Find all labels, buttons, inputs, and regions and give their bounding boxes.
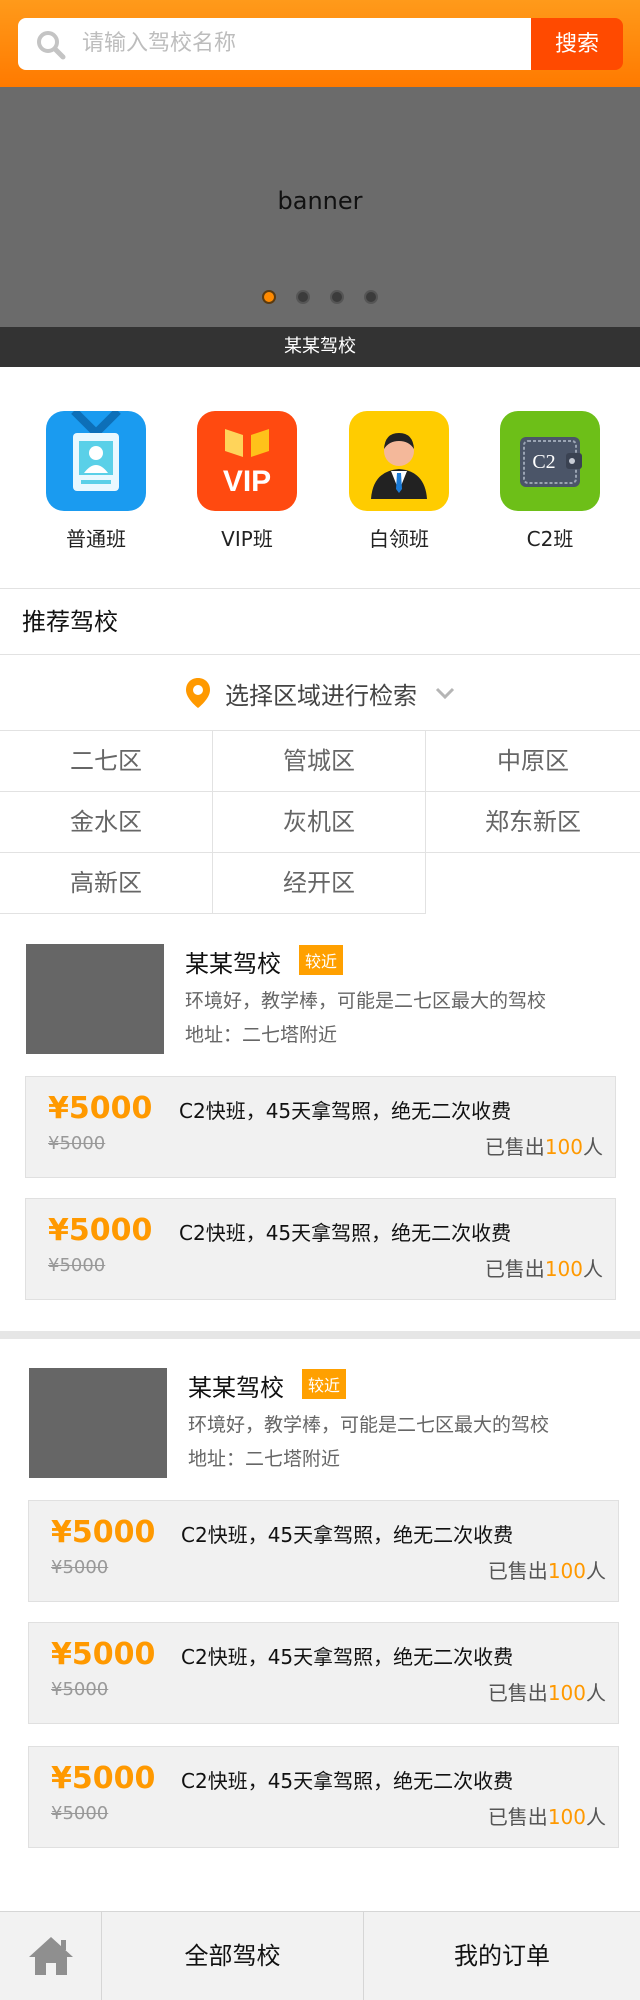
category-label: C2班 <box>526 527 574 551</box>
course-sold: 已售出100人 <box>487 1805 606 1829</box>
carousel-dot[interactable] <box>364 290 378 304</box>
school-address: 地址：二七塔附近 <box>185 1024 338 1046</box>
chevron-down-icon <box>435 687 455 700</box>
course-title: C2快班，45天拿驾照，绝无二次收费 <box>181 1769 514 1793</box>
region-selector-label: 选择区域进行检索 <box>225 681 417 710</box>
school-thumbnail <box>29 1368 167 1478</box>
section-title: 推荐驾校 <box>0 589 640 655</box>
wallet-icon: C2 <box>500 411 600 511</box>
distance-badge: 较近 <box>302 1369 347 1399</box>
course-sold: 已售出100人 <box>487 1681 606 1705</box>
course-sold: 已售出100人 <box>484 1135 603 1159</box>
category-c2[interactable]: C2 C2班 <box>495 411 605 552</box>
school-name: 某某驾校 <box>188 1374 284 1402</box>
region-option[interactable]: 郑东新区 <box>426 792 640 853</box>
school-address: 地址：二七塔附近 <box>188 1448 341 1470</box>
nav-all-schools[interactable]: 全部驾校 <box>102 1912 364 2000</box>
course-item[interactable]: ¥5000 ¥5000 C2快班，45天拿驾照，绝无二次收费 已售出100人 <box>25 1076 616 1178</box>
course-price: ¥5000 <box>51 1637 156 1672</box>
category-label: VIP班 <box>221 527 273 551</box>
badge-icon <box>46 411 146 511</box>
category-label: 白领班 <box>369 527 429 551</box>
school-thumbnail <box>26 944 164 1054</box>
course-title: C2快班，45天拿驾照，绝无二次收费 <box>179 1221 512 1245</box>
banner-carousel[interactable]: banner <box>0 87 640 327</box>
carousel-dot[interactable] <box>330 290 344 304</box>
carousel-dot[interactable] <box>262 290 276 304</box>
nav-home[interactable] <box>0 1912 102 2000</box>
category-label: 普通班 <box>66 527 126 551</box>
region-option[interactable]: 高新区 <box>0 853 213 914</box>
search-button[interactable]: 搜索 <box>531 18 623 70</box>
businessman-icon <box>349 411 449 511</box>
carousel-dot[interactable] <box>296 290 310 304</box>
course-sold: 已售出100人 <box>487 1559 606 1583</box>
school-description: 环境好，教学棒，可能是二七区最大的驾校 <box>185 990 547 1012</box>
vip-icon-text: VIP <box>223 465 271 498</box>
course-original-price: ¥5000 <box>51 1679 109 1700</box>
category-regular[interactable]: 普通班 <box>41 411 151 552</box>
school-card[interactable]: 某某驾校 较近 环境好，教学棒，可能是二七区最大的驾校 地址：二七塔附近 ¥50… <box>0 914 640 1331</box>
banner-caption: 某某驾校 <box>0 327 640 367</box>
location-pin-icon <box>186 678 210 708</box>
bottom-nav: 全部驾校 我的订单 <box>0 1911 640 2000</box>
school-name: 某某驾校 <box>185 950 281 978</box>
course-original-price: ¥5000 <box>48 1133 106 1154</box>
region-option[interactable]: 金水区 <box>0 792 213 853</box>
course-price: ¥5000 <box>48 1213 153 1248</box>
carousel-indicators <box>0 289 640 308</box>
course-price: ¥5000 <box>51 1515 156 1550</box>
course-original-price: ¥5000 <box>51 1557 109 1578</box>
region-option[interactable]: 灰机区 <box>213 792 426 853</box>
course-item[interactable]: ¥5000 ¥5000 C2快班，45天拿驾照，绝无二次收费 已售出100人 <box>28 1622 619 1724</box>
course-sold: 已售出100人 <box>484 1257 603 1281</box>
course-title: C2快班，45天拿驾照，绝无二次收费 <box>179 1099 512 1123</box>
vip-icon: VIP <box>197 411 297 511</box>
region-grid: 二七区 管城区 中原区 金水区 灰机区 郑东新区 高新区 经开区 <box>0 731 640 914</box>
distance-badge: 较近 <box>299 945 344 975</box>
region-option[interactable]: 管城区 <box>213 731 426 792</box>
search-placeholder: 请输入驾校名称 <box>82 31 237 56</box>
region-option[interactable]: 经开区 <box>213 853 426 914</box>
category-whitecollar[interactable]: 白领班 <box>344 411 454 552</box>
course-original-price: ¥5000 <box>51 1803 109 1824</box>
school-description: 环境好，教学棒，可能是二七区最大的驾校 <box>188 1414 550 1436</box>
course-price: ¥5000 <box>48 1091 153 1126</box>
search-icon <box>37 31 66 60</box>
course-title: C2快班，45天拿驾照，绝无二次收费 <box>181 1645 514 1669</box>
course-item[interactable]: ¥5000 ¥5000 C2快班，45天拿驾照，绝无二次收费 已售出100人 <box>25 1198 616 1300</box>
course-item[interactable]: ¥5000 ¥5000 C2快班，45天拿驾照，绝无二次收费 已售出100人 <box>28 1500 619 1602</box>
category-grid: 普通班 VIP VIP班 白领班 C2 C2班 <box>0 367 640 589</box>
nav-my-orders[interactable]: 我的订单 <box>364 1912 640 2000</box>
course-item[interactable]: ¥5000 ¥5000 C2快班，45天拿驾照，绝无二次收费 已售出100人 <box>28 1746 619 1848</box>
course-title: C2快班，45天拿驾照，绝无二次收费 <box>181 1523 514 1547</box>
home-icon <box>28 1937 73 1975</box>
header-bar: 请输入驾校名称 搜索 <box>0 0 640 87</box>
region-selector[interactable]: 选择区域进行检索 <box>0 655 640 731</box>
search-input[interactable]: 请输入驾校名称 <box>18 18 531 70</box>
course-original-price: ¥5000 <box>48 1255 106 1276</box>
wallet-icon-text: C2 <box>532 451 555 473</box>
section-divider <box>0 1331 640 1339</box>
category-vip[interactable]: VIP VIP班 <box>192 411 302 552</box>
region-option[interactable]: 二七区 <box>0 731 213 792</box>
course-price: ¥5000 <box>51 1761 156 1796</box>
school-card[interactable]: 某某驾校 较近 环境好，教学棒，可能是二七区最大的驾校 地址：二七塔附近 ¥50… <box>0 1339 640 1911</box>
banner-text: banner <box>277 187 363 215</box>
region-option[interactable]: 中原区 <box>426 731 640 792</box>
